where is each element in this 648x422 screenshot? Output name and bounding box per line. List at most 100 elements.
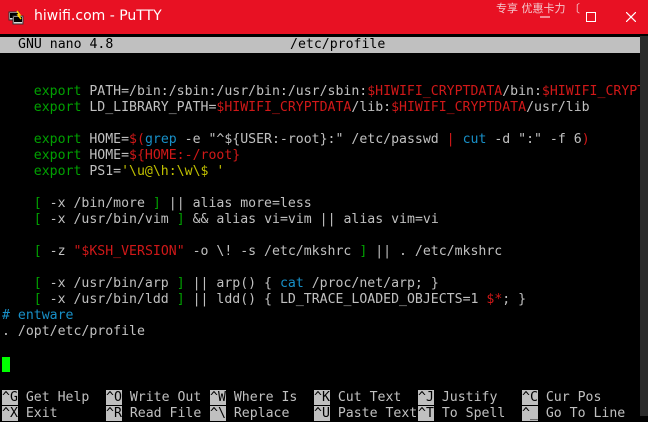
shortcut-label: Cur Pos bbox=[537, 390, 602, 405]
code-line-arp: [ -x /usr/bin/arp ] || arp() { cat /proc… bbox=[2, 260, 439, 291]
bracket: ] bbox=[176, 212, 185, 227]
scrollbar-thumb[interactable] bbox=[640, 36, 648, 416]
window-titlebar[interactable]: hiwifi.com - PuTTY 专享 优惠卡力 〔 bbox=[0, 0, 648, 34]
text: || bbox=[367, 244, 400, 259]
shortcut-label: Justify bbox=[433, 390, 498, 405]
text: alias bbox=[216, 212, 257, 227]
code-line-ps1: export PS1='\u@\h:\w\$ ' bbox=[2, 148, 225, 179]
variable: $HIWIFI_CRYPTDATA bbox=[391, 100, 527, 115]
text: -z bbox=[41, 244, 74, 259]
shortcut-key: ^C bbox=[522, 390, 538, 405]
shortcut-paste-text[interactable]: ^U Paste Text bbox=[314, 406, 417, 422]
keyword: export bbox=[33, 100, 82, 115]
shortcut-key: ^G bbox=[2, 390, 18, 405]
nano-version: GNU nano 4.8 bbox=[18, 37, 114, 52]
text: -f 6 bbox=[541, 132, 582, 147]
text: vi=vim bbox=[256, 212, 320, 227]
minimize-icon bbox=[540, 16, 550, 18]
shortcut-replace[interactable]: ^\ Replace bbox=[210, 406, 289, 422]
putty-icon bbox=[8, 10, 24, 25]
shortcut-key: ^\ bbox=[210, 406, 226, 421]
shortcut-key: ^U bbox=[314, 406, 330, 421]
code-line-path: export PATH=/bin:/sbin:/usr/bin:/usr/sbi… bbox=[2, 68, 648, 99]
shortcut-cut-text[interactable]: ^K Cut Text bbox=[314, 390, 401, 406]
shortcut-label: Read File bbox=[121, 406, 202, 421]
pipe-operator: | bbox=[446, 132, 455, 147]
text: /usr/lib bbox=[526, 100, 590, 115]
text: LD_LIBRARY_PATH= bbox=[81, 100, 217, 115]
shortcut-go-to-line[interactable]: ^_ Go To Line bbox=[522, 406, 625, 422]
text: ; bbox=[502, 292, 519, 307]
text: && bbox=[184, 212, 217, 227]
shortcut-justify[interactable]: ^J Justify bbox=[418, 390, 497, 406]
close-icon bbox=[626, 12, 636, 22]
maximize-button[interactable] bbox=[568, 0, 614, 34]
shortcut-get-help[interactable]: ^G Get Help bbox=[2, 390, 89, 406]
command: cut bbox=[454, 132, 487, 147]
shortcut-label: Write Out bbox=[121, 390, 202, 405]
text: -x /usr/bin/vim bbox=[41, 212, 177, 227]
shortcut-label: Replace bbox=[225, 406, 290, 421]
text: PS1= bbox=[81, 164, 122, 179]
text: /lib: bbox=[351, 100, 392, 115]
code-line-alias-vim: [ -x /usr/bin/vim ] && alias vi=vim || a… bbox=[2, 196, 439, 227]
minimize-button[interactable] bbox=[522, 0, 568, 34]
shortcut-key: ^W bbox=[210, 390, 226, 405]
nano-filename: /etc/profile bbox=[290, 37, 386, 52]
text: alias bbox=[335, 212, 384, 227]
shortcut-to-spell[interactable]: ^T To Spell bbox=[418, 406, 505, 422]
code-line-source-profile: . /opt/etc/profile bbox=[2, 324, 145, 339]
text: -x /usr/bin/ldd bbox=[41, 292, 177, 307]
text: LD_TRACE_LOADED_OBJECTS=1 bbox=[279, 292, 487, 307]
code-line-alias-more: [ -x /bin/more ] || alias more=less bbox=[2, 180, 312, 211]
shortcut-key: ^J bbox=[418, 390, 434, 405]
bracket: [ bbox=[33, 212, 42, 227]
text: ldd() { bbox=[216, 292, 280, 307]
shortcut-label: Paste Text bbox=[329, 406, 418, 421]
shortcut-key: ^X bbox=[2, 406, 18, 421]
variable: $HIWIFI_CRYPTDATA bbox=[216, 100, 352, 115]
code-line-ksh: [ -z "$KSH_VERSION" -o \! -s /etc/mkshrc… bbox=[2, 228, 502, 259]
string: '\u@\h:\w\$ ' bbox=[121, 164, 225, 179]
shortcut-label: Go To Line bbox=[537, 406, 626, 421]
nano-header-bar: GNU nano 4.8 /etc/profile bbox=[0, 37, 640, 53]
shortcut-key: ^K bbox=[314, 390, 330, 405]
bracket: [ bbox=[33, 244, 42, 259]
close-button[interactable] bbox=[614, 0, 648, 34]
text: -d bbox=[486, 132, 519, 147]
bracket: ] bbox=[176, 292, 185, 307]
text: /etc/passwd bbox=[343, 132, 447, 147]
keyword: export bbox=[33, 164, 82, 179]
code-line-ld-library-path: export LD_LIBRARY_PATH=$HIWIFI_CRYPTDATA… bbox=[2, 84, 590, 115]
text: } bbox=[518, 292, 527, 307]
shortcut-read-file[interactable]: ^R Read File bbox=[106, 406, 201, 422]
code-line-home-default: export HOME=${HOME:-/root} bbox=[2, 132, 240, 163]
shortcut-key: ^O bbox=[106, 390, 122, 405]
terminal-area[interactable]: GNU nano 4.8 /etc/profile export PATH=/b… bbox=[0, 34, 648, 422]
text: -o \! -s /etc/mkshrc bbox=[184, 244, 360, 259]
variable-string: "$KSH_VERSION" bbox=[73, 244, 185, 259]
text: . /etc/mkshrc bbox=[399, 244, 503, 259]
variable: ) bbox=[581, 132, 590, 147]
shortcut-cur-pos[interactable]: ^C Cur Pos bbox=[522, 390, 601, 406]
shortcut-key: ^T bbox=[418, 406, 434, 421]
text: || bbox=[184, 292, 217, 307]
bracket: [ bbox=[33, 292, 42, 307]
text: || bbox=[319, 212, 336, 227]
shortcut-label: Where Is bbox=[225, 390, 298, 405]
shortcut-write-out[interactable]: ^O Write Out bbox=[106, 390, 201, 406]
string: ":" bbox=[518, 132, 542, 147]
shortcut-key: ^_ bbox=[522, 406, 538, 421]
shortcut-label: Cut Text bbox=[329, 390, 402, 405]
shortcut-key: ^R bbox=[106, 406, 122, 421]
text-cursor bbox=[2, 357, 10, 372]
shortcut-label: Exit bbox=[17, 406, 58, 421]
shortcut-exit[interactable]: ^X Exit bbox=[2, 406, 58, 422]
code-line-ldd: [ -x /usr/bin/ldd ] || ldd() { LD_TRACE_… bbox=[2, 276, 526, 307]
shortcut-where-is[interactable]: ^W Where Is bbox=[210, 390, 297, 406]
shortcut-label: Get Help bbox=[17, 390, 90, 405]
code-line-home-grep: export HOME=$(grep -e "^${USER:-root}:" … bbox=[2, 116, 590, 147]
code-line-comment: # entware bbox=[2, 308, 74, 323]
shortcut-label: To Spell bbox=[433, 406, 506, 421]
text: vim=vi bbox=[383, 212, 439, 227]
